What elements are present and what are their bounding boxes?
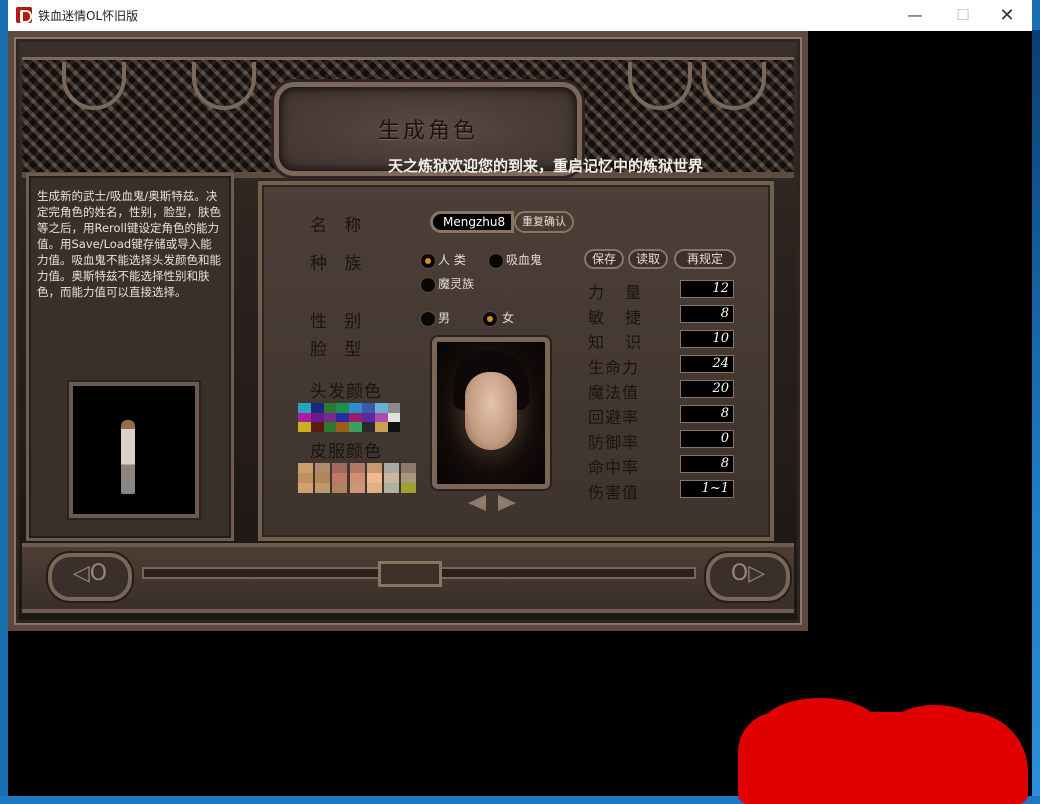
desktop-background	[1032, 30, 1040, 804]
close-button[interactable]: ✕	[984, 0, 1030, 31]
app-window: 铁血迷情OL怀旧版 — ☐ ✕ 生成角色 天之炼狱欢迎您的到来，重启记忆中的炼狱…	[8, 0, 1032, 796]
app-icon	[16, 7, 32, 23]
redaction-mark	[738, 712, 1028, 804]
title-bar[interactable]: 铁血迷情OL怀旧版 — ☐ ✕	[8, 0, 1032, 31]
minimize-button[interactable]: —	[892, 0, 938, 31]
character-creation-screen: 生成角色 天之炼狱欢迎您的到来，重启记忆中的炼狱世界 生成新的武士/吸血鬼/奥斯…	[8, 31, 808, 631]
window-title: 铁血迷情OL怀旧版	[38, 9, 139, 23]
maximize-button[interactable]: ☐	[940, 0, 986, 31]
game-frame-border	[8, 31, 808, 631]
